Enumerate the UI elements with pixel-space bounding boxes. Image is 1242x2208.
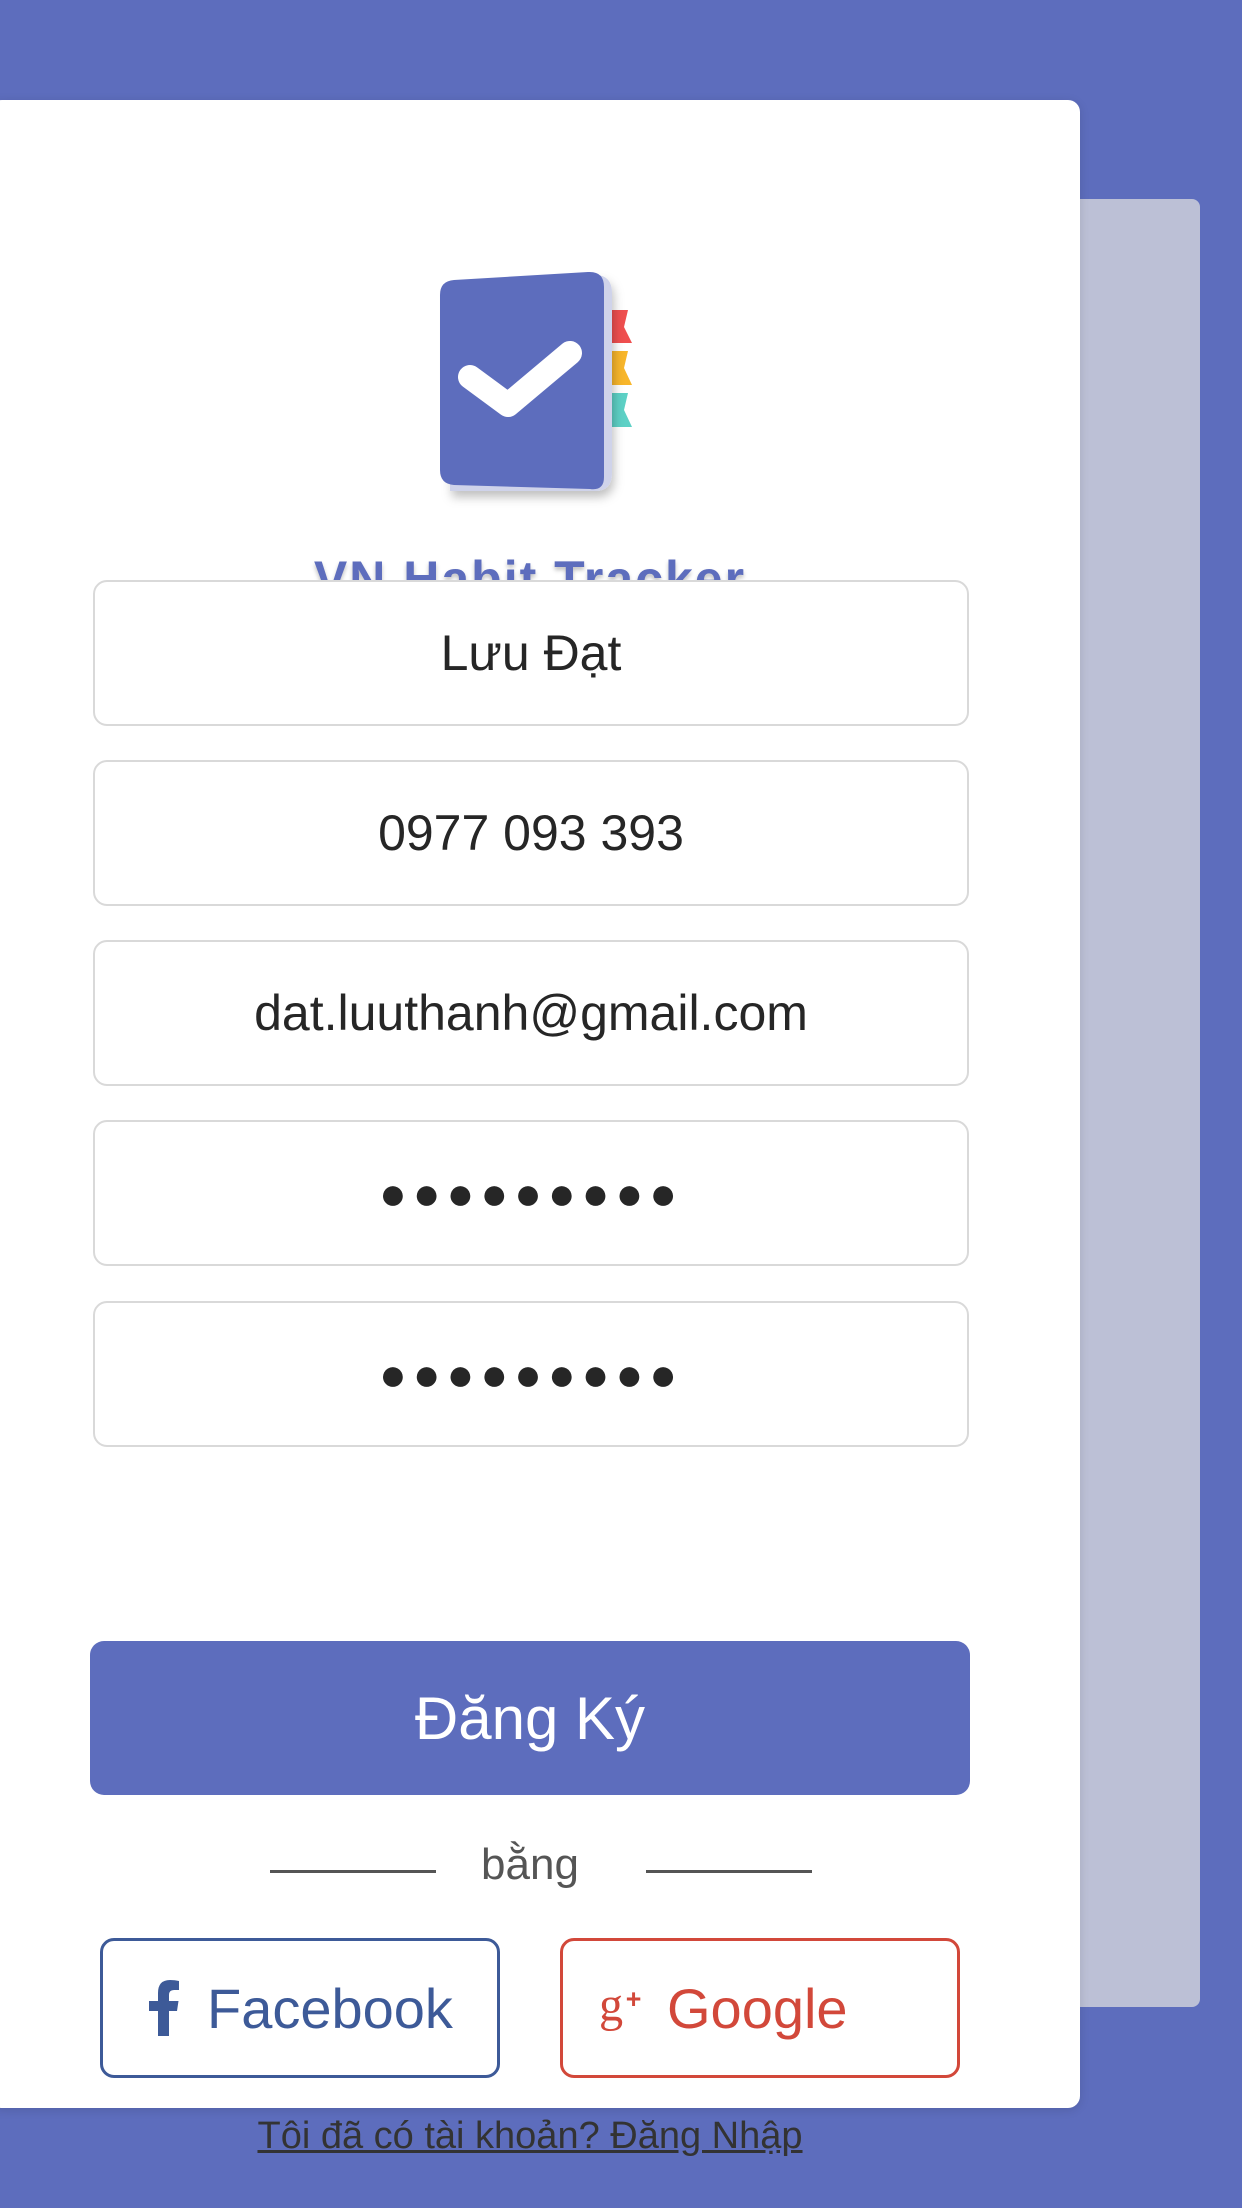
divider-text: bằng (481, 1840, 579, 1889)
register-button-label: Đăng Ký (414, 1684, 646, 1752)
password-value: ●●●●●●●●● (378, 1167, 684, 1219)
facebook-button[interactable]: Facebook (100, 1938, 500, 2078)
confirm-password-field[interactable]: ●●●●●●●●● (93, 1301, 969, 1447)
email-value: dat.luuthanh@gmail.com (254, 985, 808, 1041)
phone-value: 0977 093 393 (378, 805, 684, 861)
app-logo (410, 265, 650, 510)
email-field[interactable]: dat.luuthanh@gmail.com (93, 940, 969, 1086)
register-card: VN Habit Tracker Lưu Đạt 0977 093 393 da… (0, 100, 1080, 2157)
full-name-field[interactable]: Lưu Đạt (93, 580, 969, 726)
notebook-check-icon (440, 271, 632, 491)
svg-text:+: + (626, 1984, 642, 2014)
facebook-label: Facebook (207, 1976, 453, 2040)
full-name-value: Lưu Đạt (440, 625, 622, 681)
svg-text:g: g (599, 1979, 623, 2032)
google-label: Google (667, 1976, 848, 2040)
password-field[interactable]: ●●●●●●●●● (93, 1120, 969, 1266)
google-plus-icon: g + (599, 1978, 649, 2038)
divider-line-right (646, 1870, 812, 1873)
google-button[interactable]: g + Google (560, 1938, 960, 2078)
facebook-icon (139, 1978, 189, 2038)
confirm-password-value: ●●●●●●●●● (378, 1348, 684, 1400)
register-button[interactable]: Đăng Ký (90, 1641, 970, 1795)
login-link[interactable]: Tôi đã có tài khoản? Đăng Nhập (0, 2115, 1070, 2158)
phone-field[interactable]: 0977 093 393 (93, 760, 969, 906)
